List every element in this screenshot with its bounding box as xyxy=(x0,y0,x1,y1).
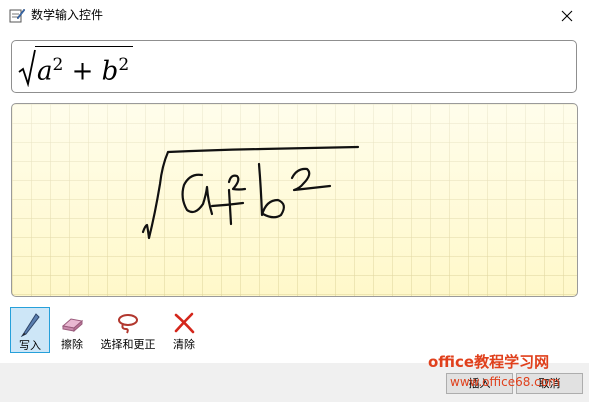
tool-erase[interactable]: 擦除 xyxy=(54,307,90,353)
tool-write-label: 写入 xyxy=(19,339,41,352)
eraser-icon xyxy=(61,318,84,333)
title-bar: 数学输入控件 xyxy=(0,0,589,32)
writing-area[interactable] xyxy=(11,103,578,297)
tool-write[interactable]: 写入 xyxy=(10,307,50,353)
tool-clear-label: 清除 xyxy=(173,338,195,351)
tool-clear[interactable]: 清除 xyxy=(166,307,202,353)
pen-icon xyxy=(20,313,40,337)
close-button[interactable] xyxy=(545,0,589,32)
cancel-button[interactable]: 取消 xyxy=(516,373,583,394)
formula-preview: a2 + b2 xyxy=(11,40,577,93)
clear-x-icon xyxy=(174,312,195,334)
pencil-document-icon xyxy=(9,8,25,23)
dialog-footer: 插入 取消 xyxy=(0,363,589,402)
handwritten-ink xyxy=(141,145,360,240)
tool-select-correct[interactable]: 选择和更正 xyxy=(94,307,162,353)
radical-sign xyxy=(18,49,36,87)
ink-toolbar: 写入 擦除 选择和更正 清除 xyxy=(10,307,210,355)
tool-erase-label: 擦除 xyxy=(61,338,83,351)
window-title: 数学输入控件 xyxy=(31,8,104,22)
insert-button[interactable]: 插入 xyxy=(446,373,513,394)
formula-radicand: a2 + b2 xyxy=(35,46,134,88)
rendered-formula: a2 + b2 xyxy=(18,45,134,89)
lasso-icon xyxy=(118,314,138,334)
close-icon xyxy=(561,10,573,22)
tool-select-correct-label: 选择和更正 xyxy=(100,338,156,351)
